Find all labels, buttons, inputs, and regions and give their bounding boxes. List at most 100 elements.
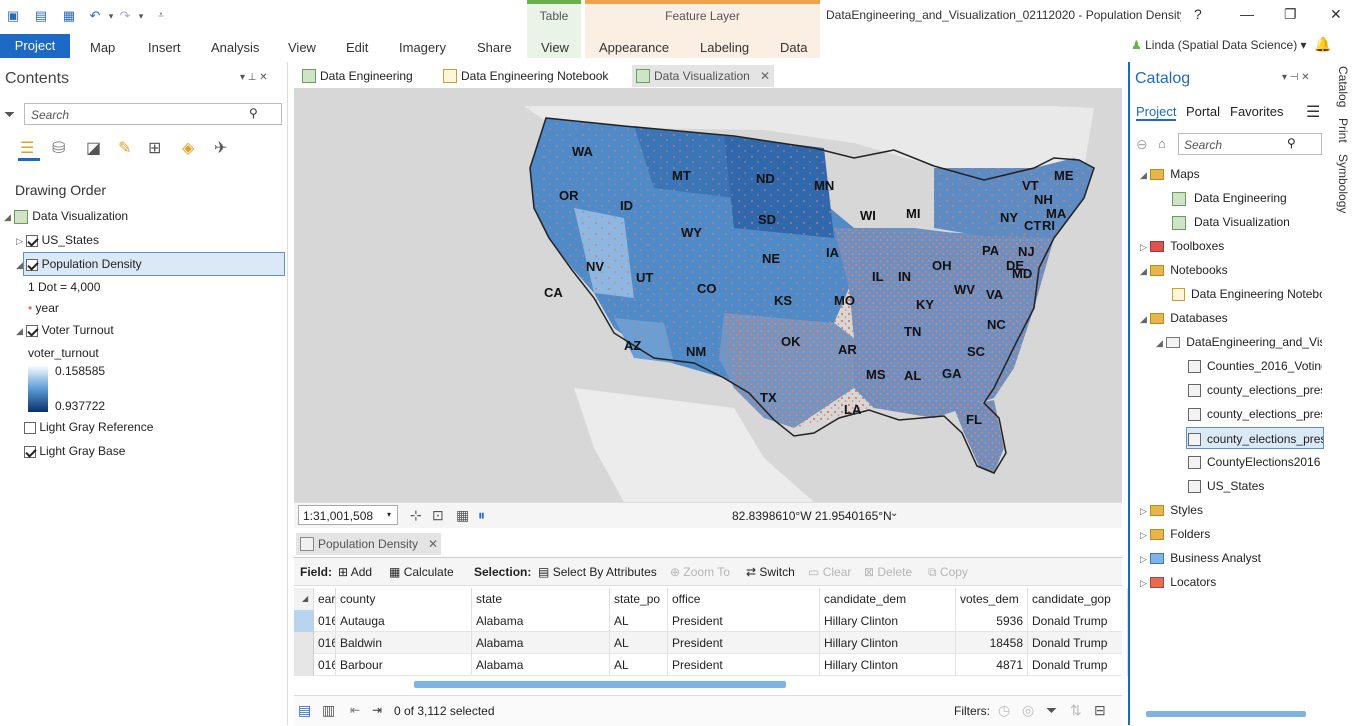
list-by-drawing-order-icon[interactable]: ☰ xyxy=(20,138,34,158)
catalog-item-locators[interactable]: ▷ Locators xyxy=(1140,571,1216,593)
pane-menu-icon[interactable]: ▾ ⊥ ✕ xyxy=(240,72,268,83)
layer-us-states[interactable]: ▷ US_States xyxy=(16,229,99,251)
table-row[interactable]: 016AutaugaAlabamaALPresidentHillary Clin… xyxy=(294,610,1128,632)
table-cell-votes_dem[interactable]: 4871 xyxy=(956,654,1028,676)
calculate-field-button[interactable]: ▦ Calculate xyxy=(389,565,454,579)
table-cell-candidate_gop[interactable]: Donald Trump xyxy=(1028,610,1128,632)
catalog-scrollbar-thumb[interactable] xyxy=(1146,711,1306,717)
table-cell-ear[interactable]: 016 xyxy=(314,610,336,632)
tab-data-engineering-notebook[interactable]: Data Engineering Notebook xyxy=(439,65,629,87)
table-cell-county[interactable]: Baldwin xyxy=(336,632,472,654)
side-tab-symbology[interactable]: Symbology xyxy=(1336,154,1350,213)
layer-light-gray-reference[interactable]: Light Gray Reference xyxy=(24,416,153,438)
tab-data-visualization[interactable]: Data Visualization ✕ xyxy=(632,65,774,87)
navigator-icon[interactable]: ⊹ xyxy=(410,507,422,524)
fixed-zoom-icon[interactable]: ⊡ xyxy=(432,507,444,524)
horizontal-scrollbar-thumb[interactable] xyxy=(414,681,786,688)
scale-selector[interactable]: 1:31,001,508 ▾ xyxy=(298,505,398,525)
catalog-item-table[interactable]: county_elections_pres xyxy=(1188,403,1322,425)
filter-icon[interactable]: ⏷ xyxy=(4,106,15,123)
catalog-item-table-selected[interactable]: county_elections_pres xyxy=(1186,427,1324,449)
switch-selection-button[interactable]: ⇄ Switch xyxy=(746,565,795,579)
table-cell-state[interactable]: Alabama xyxy=(472,610,610,632)
voter-turnout-checkbox[interactable] xyxy=(26,324,39,337)
show-selected-records-icon[interactable]: ▥ xyxy=(322,702,335,719)
table-cell-county[interactable]: Barbour xyxy=(336,654,472,676)
select-by-attributes-button[interactable]: ▤ Select By Attributes xyxy=(538,565,657,579)
catalog-item-geodatabase[interactable]: ◢ DataEngineering_and_Visualization.gdb xyxy=(1156,331,1322,353)
column-header-state[interactable]: state xyxy=(472,588,610,610)
layer-population-density[interactable]: ◢ Population Density xyxy=(16,253,142,275)
tab-insert[interactable]: Insert xyxy=(148,40,181,55)
zoom-level-icon[interactable]: ⊟ xyxy=(1094,702,1106,719)
add-field-button[interactable]: ⊞ Add xyxy=(338,565,372,579)
select-all-corner[interactable]: ◢ xyxy=(294,588,314,610)
catalog-menu-icon[interactable]: ☰ xyxy=(1306,102,1320,122)
sort-icon[interactable]: ⇅ xyxy=(1070,702,1082,719)
row-selector[interactable] xyxy=(294,654,314,676)
notification-bell-icon[interactable]: 🔔 xyxy=(1314,36,1331,53)
column-header-state_po[interactable]: state_po xyxy=(610,588,668,610)
layer-light-gray-base[interactable]: Light Gray Base xyxy=(24,440,125,462)
column-header-office[interactable]: office xyxy=(668,588,820,610)
save-icon[interactable]: ▦ xyxy=(60,8,78,24)
table-cell-candidate_gop[interactable]: Donald Trump xyxy=(1028,632,1128,654)
catalog-item-styles[interactable]: ▷ Styles xyxy=(1140,499,1203,521)
table-cell-votes_dem[interactable]: 18458 xyxy=(956,632,1028,654)
catalog-item-business-analyst[interactable]: ▷ Business Analyst xyxy=(1140,547,1261,569)
catalog-item-notebooks[interactable]: ◢ Notebooks xyxy=(1140,259,1228,281)
light-gray-reference-checkbox[interactable] xyxy=(24,421,36,434)
table-cell-county[interactable]: Autauga xyxy=(336,610,472,632)
us-states-checkbox[interactable] xyxy=(26,234,39,247)
table-cell-state_po[interactable]: AL xyxy=(610,610,668,632)
table-cell-ear[interactable]: 016 xyxy=(314,654,336,676)
side-tab-catalog[interactable]: Catalog xyxy=(1336,66,1350,107)
tab-edit[interactable]: Edit xyxy=(346,40,368,55)
list-by-labeling-icon[interactable]: ◈ xyxy=(182,138,194,158)
list-by-selection-icon[interactable]: ◪ xyxy=(86,138,101,158)
back-icon[interactable]: ⊖ xyxy=(1136,136,1148,153)
table-cell-state[interactable]: Alabama xyxy=(472,654,610,676)
list-by-editing-icon[interactable]: ✎ xyxy=(118,138,131,158)
map-view[interactable]: WA OR ID MT ND MN WI MI NY VT NH ME MA RI CT NJ PA DE MD WY… xyxy=(294,88,1122,502)
definition-query-icon[interactable]: ⏷ xyxy=(1046,702,1057,719)
catalog-item-databases[interactable]: ◢ Databases xyxy=(1140,307,1228,329)
table-cell-state_po[interactable]: AL xyxy=(610,654,668,676)
table-cell-state_po[interactable]: AL xyxy=(610,632,668,654)
catalog-item-folders[interactable]: ▷ Folders xyxy=(1140,523,1210,545)
table-cell-candidate_dem[interactable]: Hillary Clinton xyxy=(820,654,956,676)
zoom-to-button[interactable]: ⊕ Zoom To xyxy=(670,565,730,579)
tab-table-view[interactable]: View xyxy=(541,40,569,55)
help-button[interactable]: ? xyxy=(1194,6,1202,22)
search-icon[interactable]: ⚲ xyxy=(1287,136,1296,150)
pane-menu-icon[interactable]: ▾ ⊣ ✕ xyxy=(1282,72,1310,83)
catalog-item-map-data-visualization[interactable]: Data Visualization xyxy=(1172,211,1290,233)
redo-dropdown-icon[interactable]: ▾ xyxy=(132,8,150,24)
close-button[interactable]: ✕ xyxy=(1330,6,1342,23)
tab-appearance[interactable]: Appearance xyxy=(599,40,669,55)
list-by-perspective-icon[interactable]: ✈ xyxy=(214,138,227,158)
table-cell-candidate_dem[interactable]: Hillary Clinton xyxy=(820,610,956,632)
close-tab-icon[interactable]: ✕ xyxy=(760,65,770,87)
catalog-item-table[interactable]: US_States xyxy=(1188,475,1322,497)
tab-population-density-table[interactable]: Population Density ✕ xyxy=(296,533,441,555)
catalog-tab-project[interactable]: Project xyxy=(1136,104,1177,121)
close-tab-icon[interactable]: ✕ xyxy=(428,533,438,555)
catalog-item-notebook[interactable]: Data Engineering Notebook xyxy=(1172,283,1322,305)
table-row[interactable]: 016BaldwinAlabamaALPresidentHillary Clin… xyxy=(294,632,1128,654)
tree-map-data-visualization[interactable]: ◢ Data Visualization xyxy=(4,205,128,227)
catalog-item-toolboxes[interactable]: ▷ Toolboxes xyxy=(1140,235,1224,257)
row-selector[interactable] xyxy=(294,610,314,632)
tab-data-engineering[interactable]: Data Engineering xyxy=(298,65,433,87)
tab-imagery[interactable]: Imagery xyxy=(399,40,446,55)
tab-data[interactable]: Data xyxy=(780,40,807,55)
search-icon[interactable]: ⚲ xyxy=(249,106,258,120)
side-tab-print[interactable]: Print xyxy=(1336,118,1350,143)
grid-icon[interactable]: ▦ xyxy=(456,507,469,524)
minimize-button[interactable]: — xyxy=(1240,6,1254,22)
column-header-county[interactable]: county xyxy=(336,588,472,610)
coordinate-format-icon[interactable]: ⌄ xyxy=(890,508,898,519)
light-gray-base-checkbox[interactable] xyxy=(24,445,36,458)
catalog-search[interactable]: Search ⚲ xyxy=(1178,133,1322,155)
table-cell-office[interactable]: President xyxy=(668,632,820,654)
